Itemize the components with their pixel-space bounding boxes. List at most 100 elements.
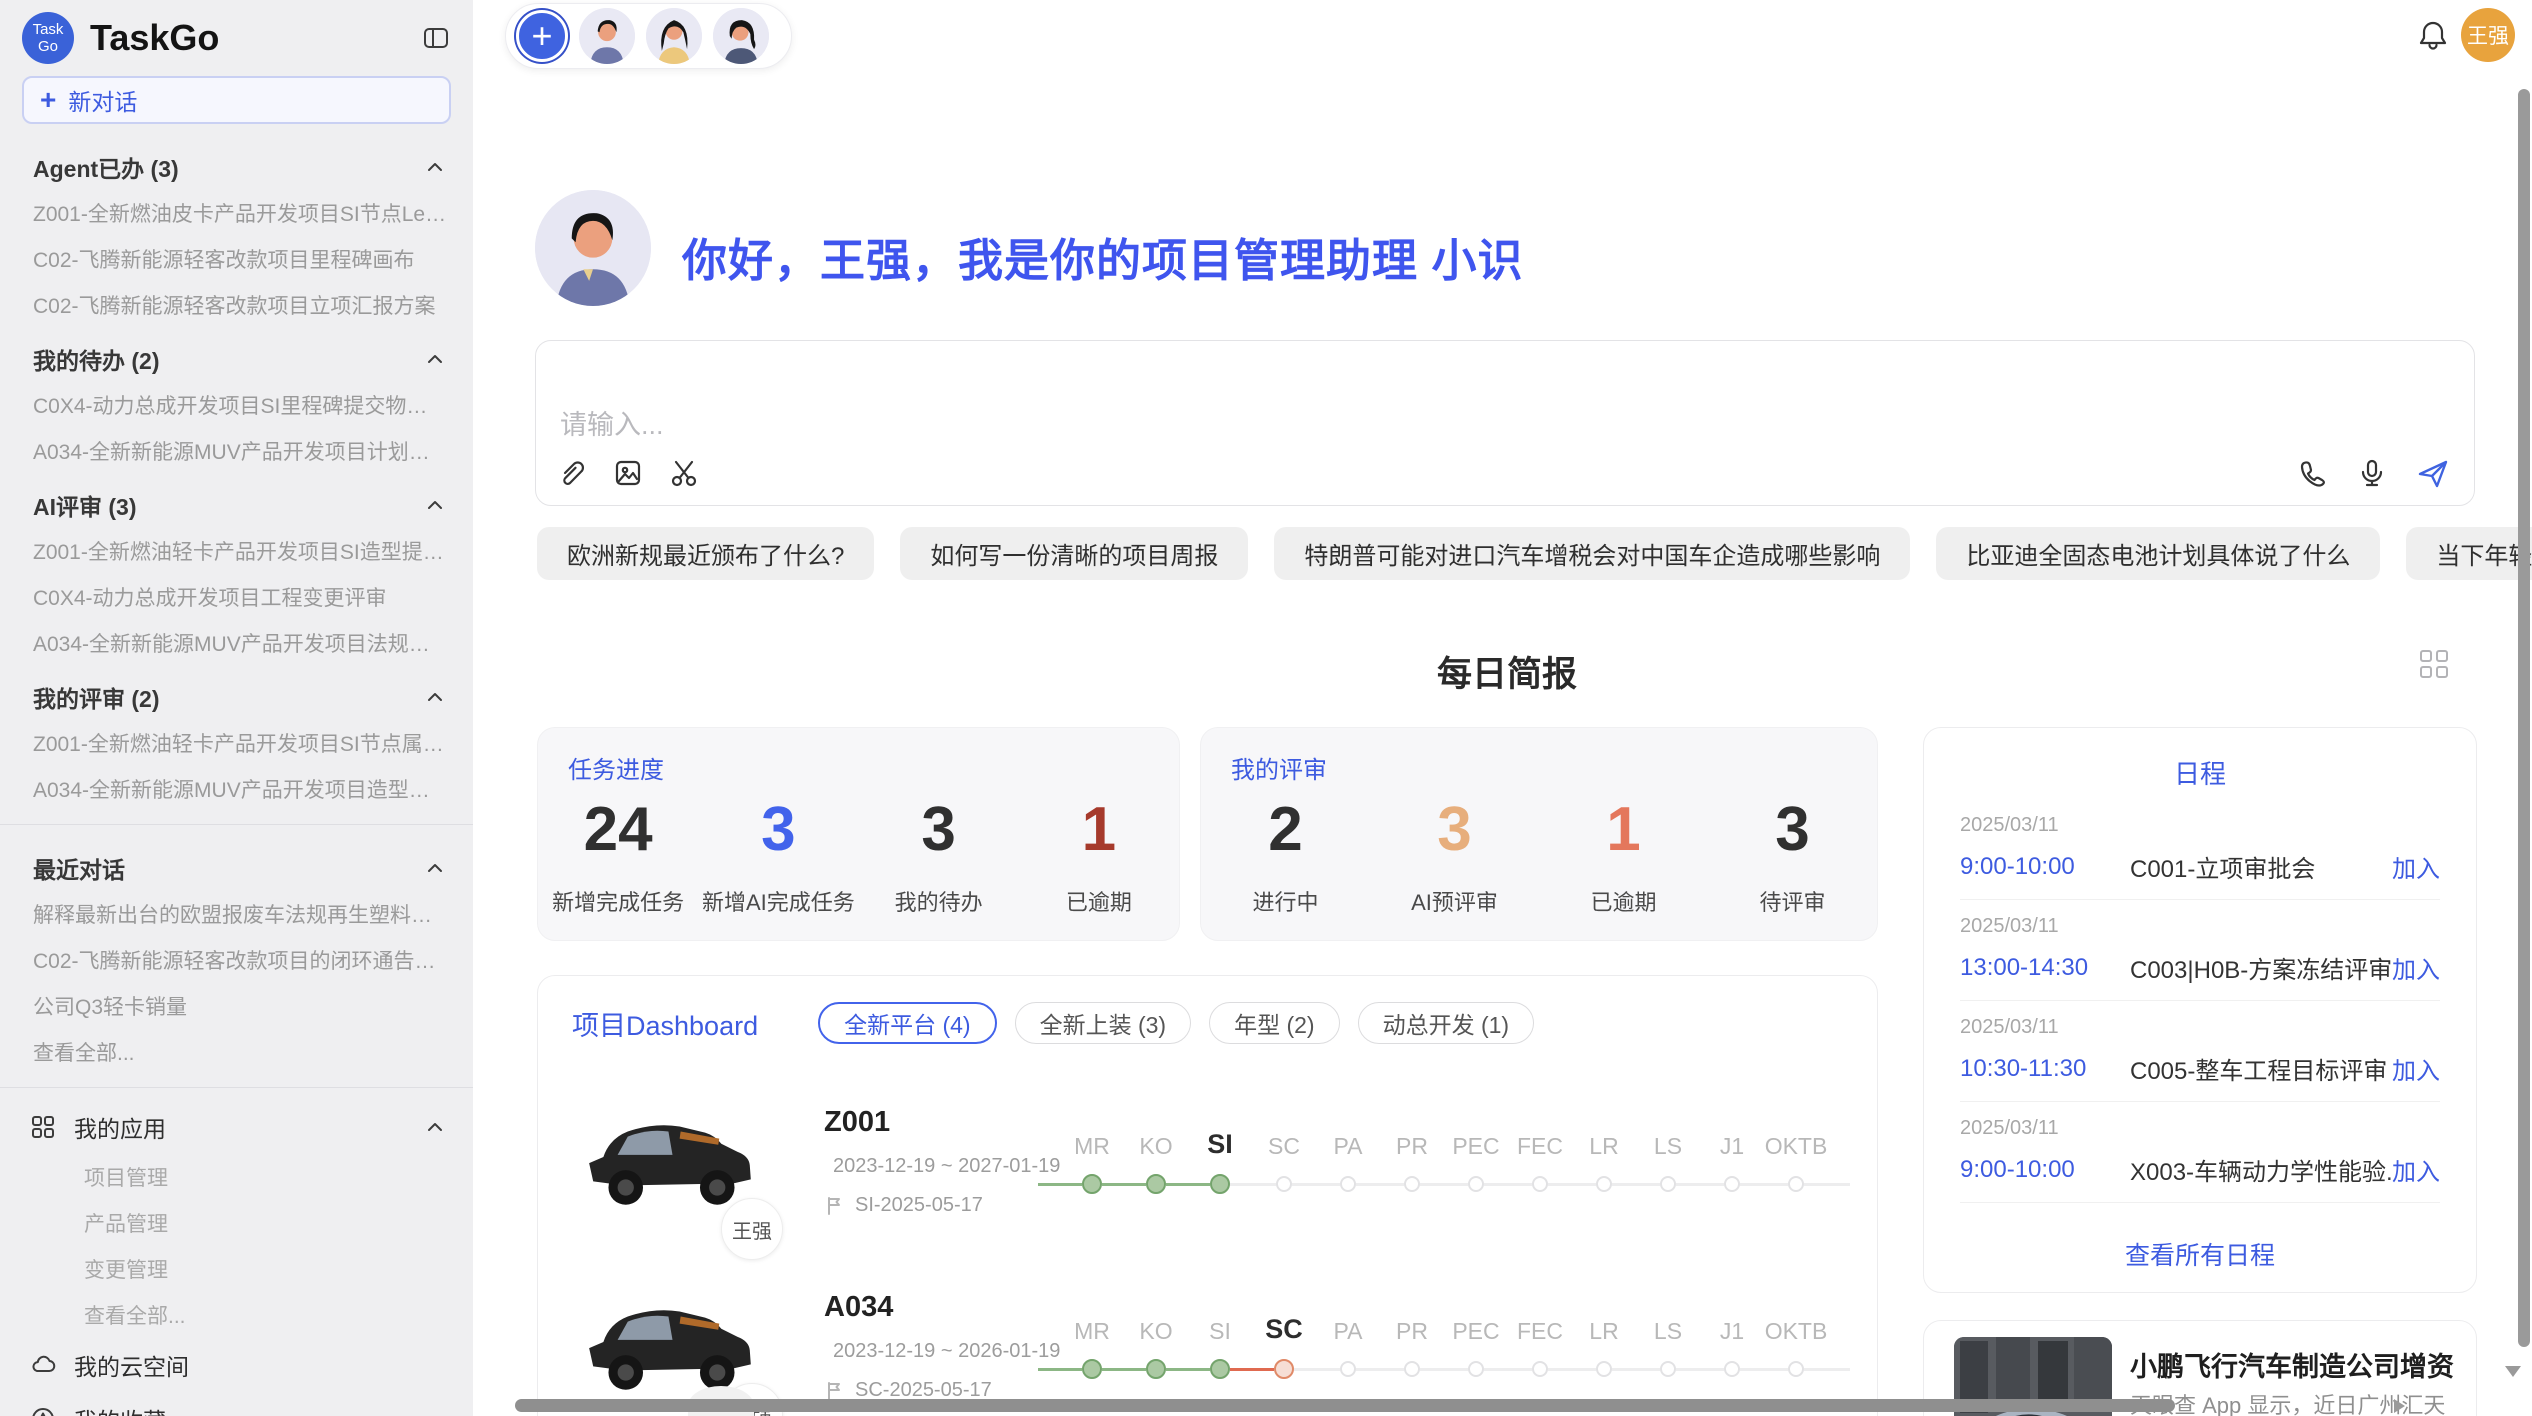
section-header-my-review[interactable]: 我的评审 (2) (0, 666, 473, 720)
dashboard-filter[interactable]: 全新平台 (4) (818, 1002, 997, 1044)
sidebar-item-cloud-space[interactable]: 我的云空间 (0, 1338, 473, 1392)
milestone-label: LS (1654, 1307, 1682, 1345)
schedule-date: 2025/03/11 (1960, 915, 2440, 938)
add-conversation-button[interactable]: + (516, 10, 568, 62)
cut-icon[interactable] (668, 457, 700, 489)
schedule-time: 10:30-11:30 (1960, 1055, 2130, 1083)
dashboard-filter[interactable]: 动总开发 (1) (1358, 1002, 1535, 1044)
scroll-right-arrow-icon[interactable] (2394, 1399, 2405, 1413)
new-chat-button[interactable]: + 新对话 (22, 76, 451, 124)
sidebar-app-item[interactable]: 查看全部... (0, 1292, 473, 1338)
join-link[interactable]: 加入 (2392, 849, 2440, 884)
suggestion-chip[interactable]: 特朗普可能对进口汽车增税会对中国车企造成哪些影响 (1274, 527, 1910, 580)
section-header-my-todo[interactable]: 我的待办 (2) (0, 328, 473, 382)
scroll-down-arrow-icon[interactable] (2505, 1366, 2521, 1377)
sidebar-conversation[interactable]: C0X4-动力总成开发项目SI里程碑提交物检查 (0, 382, 473, 428)
sidebar-conversation[interactable]: Z001-全新燃油轻卡产品开发项目SI节点属性5D文件评审 (0, 720, 473, 766)
sidebar-conversation[interactable]: 解释最新出台的欧盟报废车法规再生塑料比例被调至15%... (0, 891, 473, 937)
daily-brief-title: 每日简报 (537, 646, 2477, 697)
sidebar-conversation[interactable]: C02-飞腾新能源轻客改款项目的闭环通告反馈情况 (0, 937, 473, 983)
sidebar-conversation[interactable]: Z001-全新燃油轻卡产品开发项目SI造型提交物评审 (0, 528, 473, 574)
milestone-dot (1210, 1359, 1230, 1379)
bell-icon[interactable] (2416, 18, 2450, 52)
milestone-label: KO (1139, 1122, 1172, 1160)
milestone: OKTB (1764, 1122, 1828, 1197)
sidebar-conversation[interactable]: C0X4-动力总成开发项目工程变更评审 (0, 574, 473, 620)
join-link[interactable]: 加入 (2392, 1152, 2440, 1187)
avatar-woman-dark[interactable] (713, 8, 769, 64)
avatar-woman-long-hair[interactable] (646, 8, 702, 64)
milestone-label: KO (1139, 1307, 1172, 1345)
milestone: KO (1124, 1122, 1188, 1197)
dashboard-filter[interactable]: 全新上装 (3) (1015, 1002, 1192, 1044)
sidebar-item-favorites[interactable]: 我的收藏 (0, 1392, 473, 1416)
phone-icon[interactable] (2296, 457, 2328, 489)
sidebar-collapse-icon[interactable] (419, 21, 453, 55)
chat-input-box[interactable]: 请输入... (535, 340, 2475, 506)
sidebar-conversation[interactable]: A034-全新新能源MUV产品开发项目造型可行性评审 (0, 766, 473, 812)
see-all-schedule-link[interactable]: 查看所有日程 (1924, 1236, 2476, 1272)
milestone-label: SC (1268, 1122, 1300, 1160)
truck-image (583, 1098, 761, 1220)
suggestion-chip[interactable]: 比亚迪全固态电池计划具体说了什么 (1936, 527, 2380, 580)
vertical-scrollbar[interactable] (2518, 89, 2530, 1347)
star-icon (30, 1406, 56, 1416)
milestone-label: MR (1074, 1122, 1110, 1160)
apps-sub-list: 项目管理产品管理变更管理查看全部... (0, 1154, 473, 1338)
suggestion-chip[interactable]: 当下年轻人对汽车外观有怎样的喜好趋势 (2406, 527, 2532, 580)
stat-value: 3 (1370, 790, 1539, 871)
join-link[interactable]: 加入 (2392, 950, 2440, 985)
project-dashboard-card: 项目Dashboard 全新平台 (4)全新上装 (3)年型 (2)动总开发 (… (537, 975, 1878, 1416)
sidebar-app-item[interactable]: 产品管理 (0, 1200, 473, 1246)
stat: 1 已逾期 (1019, 790, 1179, 940)
image-icon[interactable] (612, 457, 644, 489)
schedule-date: 2025/03/11 (1960, 1016, 2440, 1039)
sidebar-conversation[interactable]: 公司Q3轻卡销量 (0, 983, 473, 1029)
schedule-time: 9:00-10:00 (1960, 853, 2130, 881)
sidebar-app-item[interactable]: 项目管理 (0, 1154, 473, 1200)
send-icon[interactable] (2416, 457, 2448, 489)
project-code: Z001 (824, 1106, 1054, 1139)
chevron-up-icon (425, 160, 445, 174)
section-header-agent-done[interactable]: Agent已办 (3) (0, 136, 473, 190)
milestone-dot (1468, 1361, 1484, 1377)
schedule-entry: 2025/03/11 9:00-10:00 X003-车辆动力学性能验... 加… (1960, 1102, 2440, 1203)
recent-see-all[interactable]: 查看全部... (0, 1029, 473, 1075)
milestone-dot (1660, 1176, 1676, 1192)
sidebar-app-item[interactable]: 变更管理 (0, 1246, 473, 1292)
stat: 3 我的待办 (859, 790, 1019, 940)
join-link[interactable]: 加入 (2392, 1051, 2440, 1086)
stat-label: 新增完成任务 (538, 885, 698, 917)
stat-label: AI预评审 (1370, 885, 1539, 917)
suggestion-chip[interactable]: 如何写一份清晰的项目周报 (900, 527, 1248, 580)
sidebar-conversation[interactable]: C02-飞腾新能源轻客改款项目里程碑画布 (0, 236, 473, 282)
user-avatar[interactable]: 王强 (2461, 8, 2515, 62)
milestone-dot (1146, 1359, 1166, 1379)
milestone-label: MR (1074, 1307, 1110, 1345)
attach-icon[interactable] (556, 457, 588, 489)
layout-grid-icon[interactable] (2420, 650, 2450, 680)
milestone: SI (1188, 1307, 1252, 1382)
milestone-label: OKTB (1765, 1122, 1828, 1160)
milestone-label: SI (1207, 1122, 1233, 1160)
mic-icon[interactable] (2356, 457, 2388, 489)
horizontal-scrollbar[interactable] (515, 1399, 2175, 1412)
milestone: PEC (1444, 1307, 1508, 1382)
sidebar-conversation[interactable]: A034-全新新能源MUV产品开发项目法规符合性评审 (0, 620, 473, 666)
sidebar-conversation[interactable]: Z001-全新燃油皮卡产品开发项目SI节点Lesson Learn报告 (0, 190, 473, 236)
sidebar-conversation[interactable]: C02-飞腾新能源轻客改款项目立项汇报方案 (0, 282, 473, 328)
milestone: PR (1380, 1122, 1444, 1197)
avatar-man[interactable] (579, 8, 635, 64)
sidebar-item-my-apps[interactable]: 我的应用 (0, 1100, 473, 1154)
project-row[interactable]: 王强 Z001 2023-12-19 ~ 2027-01-19 SI-2025-… (538, 1082, 1877, 1267)
milestone-label: SI (1209, 1307, 1231, 1345)
dashboard-filter[interactable]: 年型 (2) (1209, 1002, 1340, 1044)
suggestion-chip[interactable]: 欧洲新规最近颁布了什么? (537, 527, 874, 580)
section-header-recent[interactable]: 最近对话 (0, 837, 473, 891)
sidebar-conversation[interactable]: A034-全新新能源MUV产品开发项目计划变更表编写 (0, 428, 473, 474)
milestone-label: PEC (1452, 1307, 1499, 1345)
news-body: 天眼查 App 显示，近日广州汇天飞行汽... (2130, 1391, 2455, 1416)
milestone-dot (1340, 1176, 1356, 1192)
section-header-ai-review[interactable]: AI评审 (3) (0, 474, 473, 528)
milestone: LS (1636, 1122, 1700, 1197)
